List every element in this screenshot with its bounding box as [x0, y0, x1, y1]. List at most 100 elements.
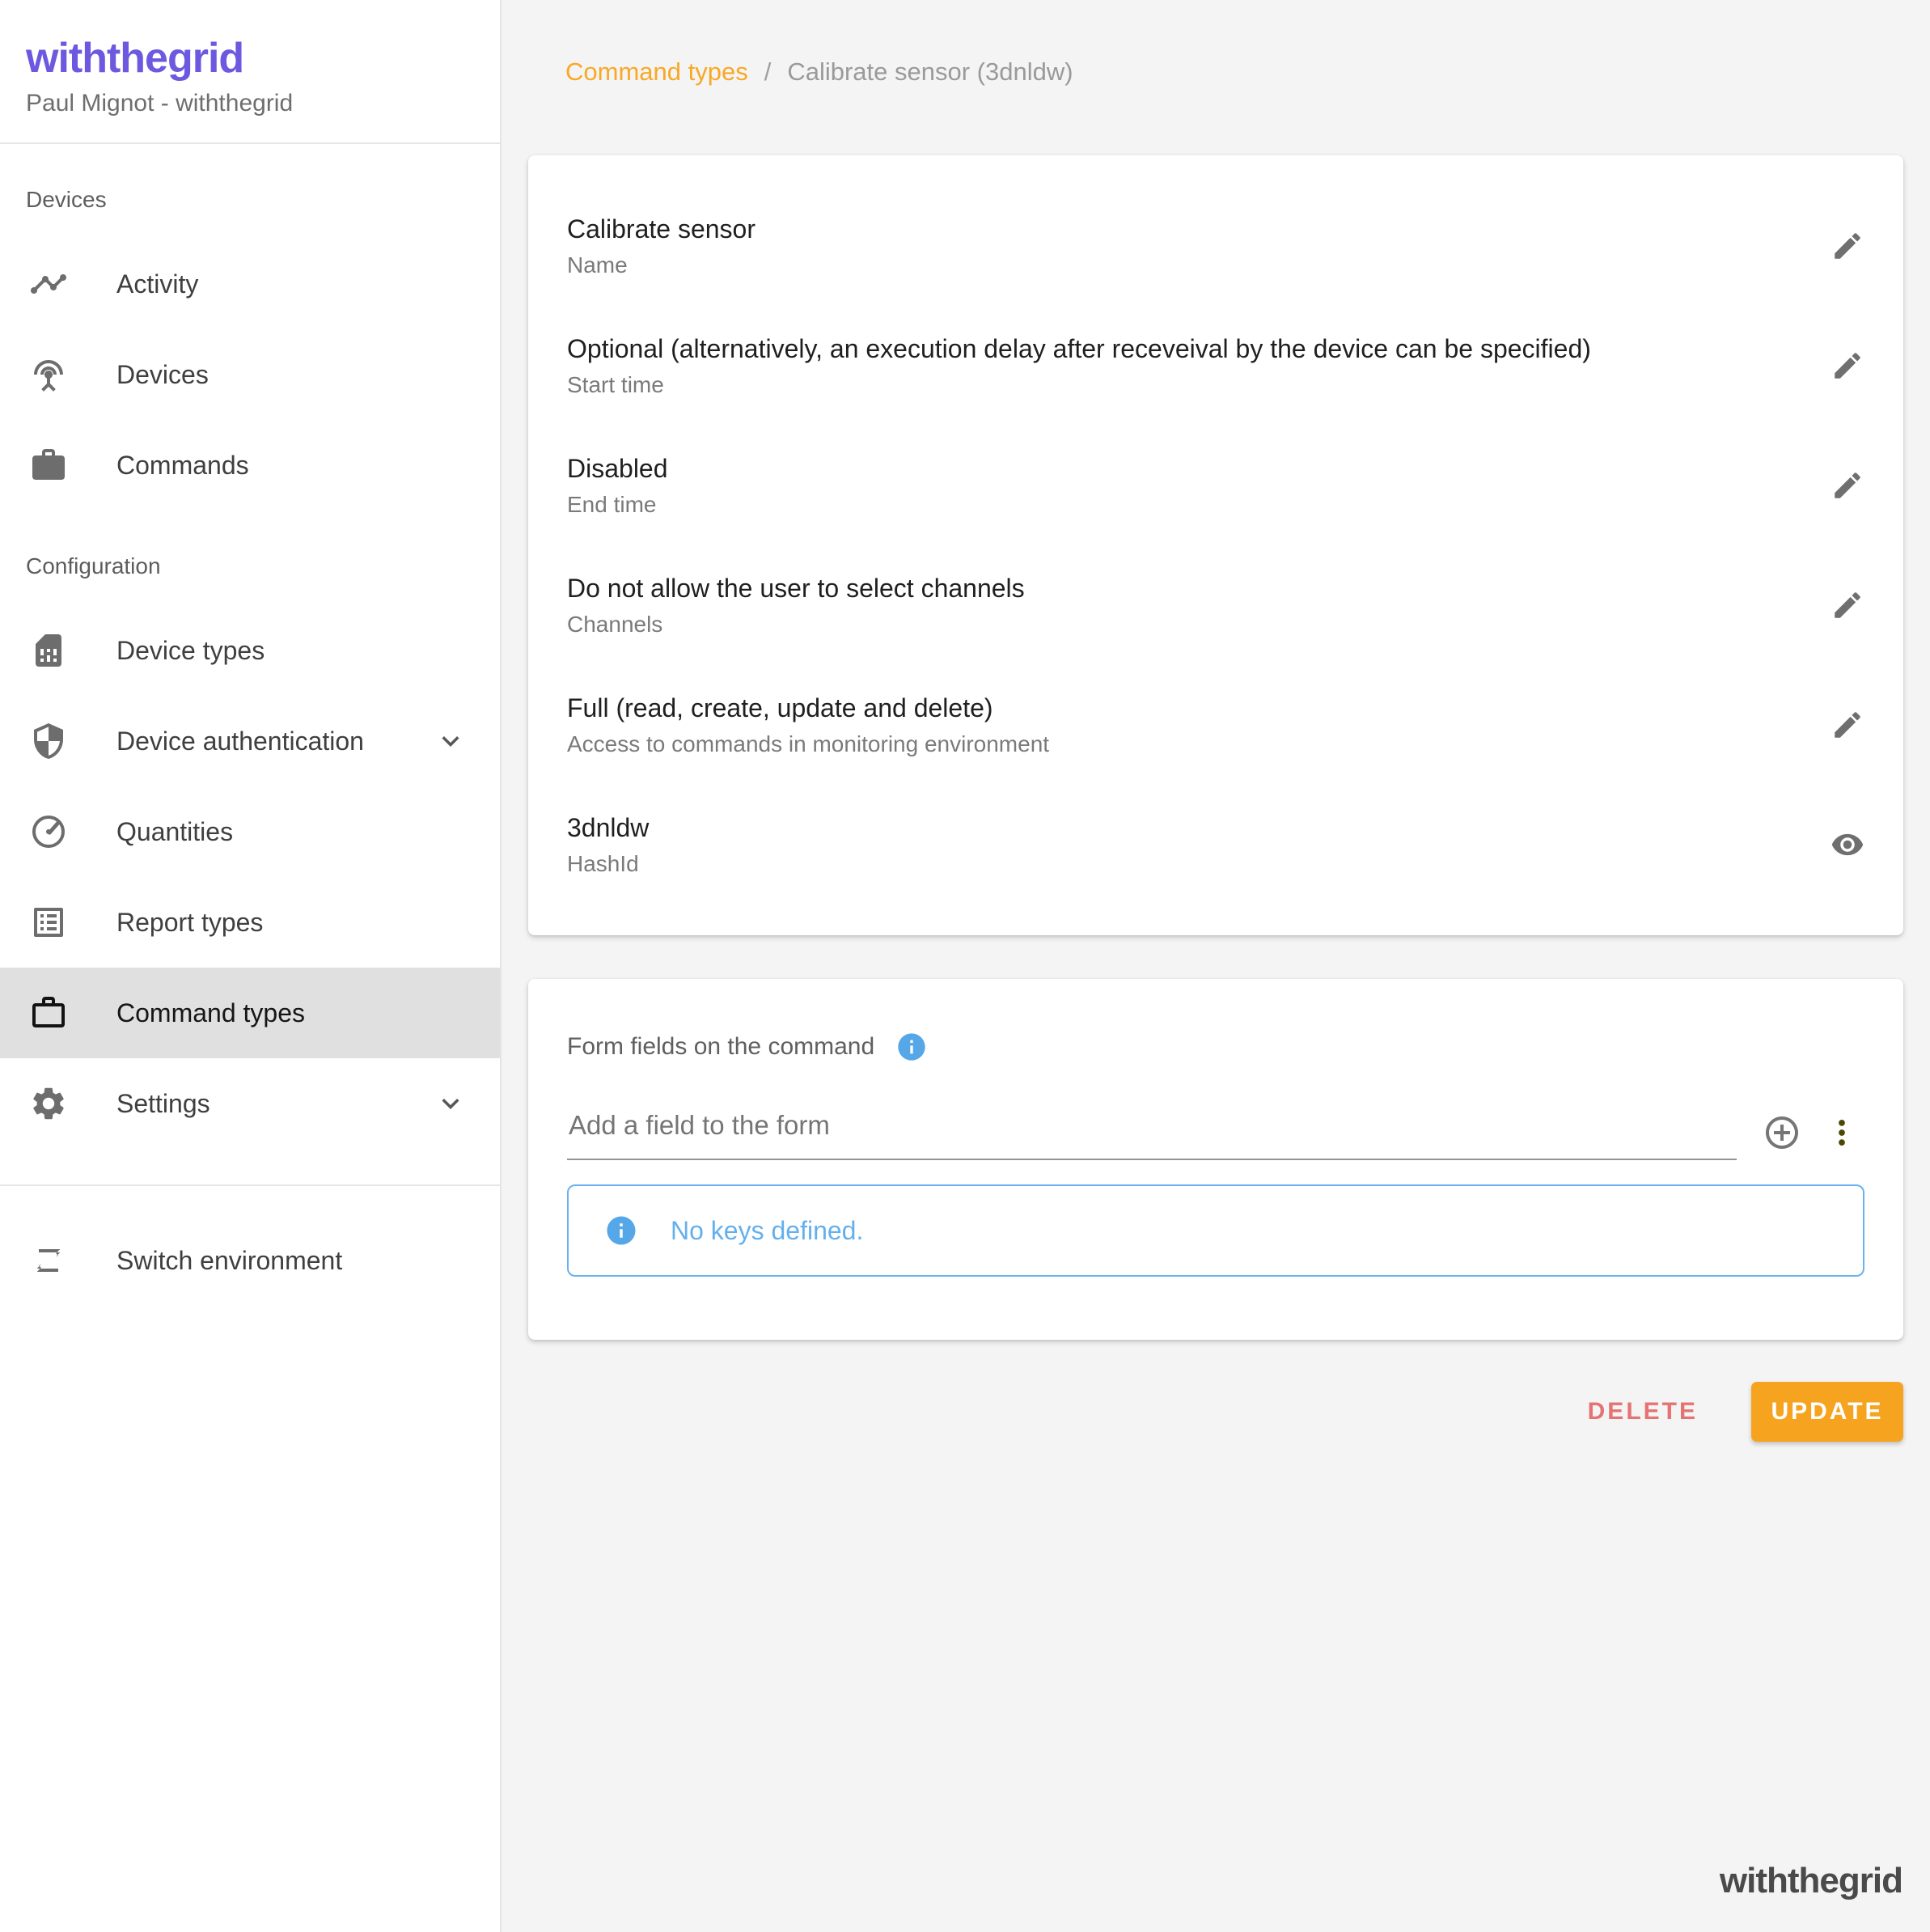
sidebar-item-label: Switch environment — [116, 1246, 342, 1276]
sidebar-item-label: Quantities — [116, 817, 233, 847]
info-icon[interactable] — [895, 1031, 928, 1063]
edit-button[interactable] — [1831, 708, 1864, 742]
field-label: End time — [567, 491, 1798, 519]
sidebar-nav: Devices Activity Devices Commands Con — [0, 186, 500, 1306]
antenna-icon — [29, 355, 68, 394]
sim-card-icon — [29, 631, 68, 670]
pencil-icon — [1831, 229, 1864, 263]
sidebar-header: withthegrid Paul Mignot - withthegrid — [0, 0, 500, 144]
form-fields-header: Form fields on the command — [567, 1031, 1864, 1063]
pencil-icon — [1831, 708, 1864, 742]
sidebar-item-activity[interactable]: Activity — [0, 239, 500, 329]
field-value: Optional (alternatively, an execution de… — [567, 333, 1798, 365]
edit-button[interactable] — [1831, 468, 1864, 502]
sidebar-item-label: Command types — [116, 998, 305, 1028]
edit-button[interactable] — [1831, 349, 1864, 383]
sidebar-item-label: Activity — [116, 269, 198, 299]
field-row-hashid: 3dnldw HashId — [528, 785, 1903, 905]
field-label: Access to commands in monitoring environ… — [567, 731, 1798, 758]
chevron-down-icon — [434, 724, 468, 758]
sidebar-item-label: Commands — [116, 451, 249, 481]
sidebar-item-report-types[interactable]: Report types — [0, 877, 500, 968]
field-row-channels: Do not allow the user to select channels… — [528, 545, 1903, 665]
field-value: Disabled — [567, 452, 1798, 485]
add-field-button[interactable] — [1763, 1113, 1801, 1152]
field-label: Start time — [567, 371, 1798, 399]
view-button[interactable] — [1831, 828, 1864, 862]
gear-icon — [29, 1084, 68, 1123]
app-logo[interactable]: withthegrid — [26, 36, 474, 81]
field-value: 3dnldw — [567, 811, 1798, 844]
delete-button[interactable]: DELETE — [1580, 1385, 1706, 1438]
no-keys-message: No keys defined. — [671, 1216, 863, 1246]
shield-icon — [29, 722, 68, 761]
field-row-end-time: Disabled End time — [528, 426, 1903, 545]
nav-section-devices-label: Devices — [0, 186, 500, 214]
field-text: Full (read, create, update and delete) A… — [567, 692, 1798, 758]
gauge-icon — [29, 812, 68, 851]
pencil-icon — [1831, 349, 1864, 383]
pencil-icon — [1831, 588, 1864, 622]
sidebar-item-switch-environment[interactable]: Switch environment — [0, 1215, 500, 1306]
field-row-name: Calibrate sensor Name — [528, 186, 1903, 306]
app-root: withthegrid Paul Mignot - withthegrid De… — [0, 0, 1930, 1932]
field-row-start-time: Optional (alternatively, an execution de… — [528, 306, 1903, 426]
sidebar-item-label: Device authentication — [116, 727, 364, 756]
field-label: HashId — [567, 850, 1798, 878]
sidebar-item-label: Device types — [116, 636, 265, 666]
report-list-icon — [29, 903, 68, 942]
sidebar-item-devices[interactable]: Devices — [0, 329, 500, 420]
edit-button[interactable] — [1831, 588, 1864, 622]
field-text: 3dnldw HashId — [567, 811, 1798, 878]
field-row-access: Full (read, create, update and delete) A… — [528, 665, 1903, 785]
breadcrumb: Command types / Calibrate sensor (3dnldw) — [565, 57, 1930, 87]
form-actions: DELETE UPDATE — [528, 1382, 1903, 1442]
activity-icon — [29, 265, 68, 303]
add-field-row — [567, 1110, 1864, 1160]
add-circle-icon — [1763, 1113, 1801, 1152]
briefcase-outline-icon — [29, 994, 68, 1032]
sidebar-item-commands[interactable]: Commands — [0, 420, 500, 511]
breadcrumb-command-types[interactable]: Command types — [565, 57, 748, 86]
eye-icon — [1831, 828, 1864, 862]
info-icon — [604, 1214, 638, 1248]
field-value: Full (read, create, update and delete) — [567, 692, 1798, 724]
sidebar-item-label: Settings — [116, 1089, 210, 1119]
briefcase-icon — [29, 446, 68, 485]
add-field-input[interactable] — [567, 1110, 1737, 1160]
field-text: Calibrate sensor Name — [567, 213, 1798, 279]
sidebar-divider — [0, 1184, 500, 1186]
account-name: Paul Mignot - withthegrid — [26, 89, 474, 118]
pencil-icon — [1831, 468, 1864, 502]
command-type-details-card: Calibrate sensor Name Optional (alternat… — [528, 155, 1903, 935]
nav-section-configuration-label: Configuration — [0, 553, 500, 580]
field-text: Optional (alternatively, an execution de… — [567, 333, 1798, 399]
sidebar-item-label: Report types — [116, 908, 263, 938]
more-vert-icon — [1824, 1115, 1860, 1150]
swap-arrows-icon — [29, 1241, 68, 1280]
sidebar-item-command-types[interactable]: Command types — [0, 968, 500, 1058]
sidebar-item-device-authentication[interactable]: Device authentication — [0, 696, 500, 786]
sidebar-item-label: Devices — [116, 360, 209, 390]
chevron-down-icon — [434, 1087, 468, 1121]
form-fields-title: Form fields on the command — [567, 1032, 874, 1062]
field-value: Calibrate sensor — [567, 213, 1798, 245]
field-text: Do not allow the user to select channels… — [567, 572, 1798, 638]
field-options-menu-button[interactable] — [1824, 1115, 1860, 1150]
watermark-logo: withthegrid — [1720, 1861, 1902, 1901]
update-button[interactable]: UPDATE — [1751, 1382, 1903, 1442]
sidebar-item-quantities[interactable]: Quantities — [0, 786, 500, 877]
field-text: Disabled End time — [567, 452, 1798, 519]
sidebar-item-settings[interactable]: Settings — [0, 1058, 500, 1149]
field-label: Channels — [567, 611, 1798, 638]
form-fields-card: Form fields on the command No keys de — [528, 979, 1903, 1340]
main-content: Command types/Calibrate sensor (3dnldw) … — [502, 0, 1930, 1932]
breadcrumb-current-page: Calibrate sensor (3dnldw) — [787, 57, 1073, 86]
sidebar-item-device-types[interactable]: Device types — [0, 605, 500, 696]
edit-button[interactable] — [1831, 229, 1864, 263]
field-label: Name — [567, 252, 1798, 279]
breadcrumb-separator: / — [764, 57, 772, 86]
sidebar: withthegrid Paul Mignot - withthegrid De… — [0, 0, 502, 1932]
no-keys-message-box: No keys defined. — [567, 1184, 1864, 1277]
field-value: Do not allow the user to select channels — [567, 572, 1798, 604]
